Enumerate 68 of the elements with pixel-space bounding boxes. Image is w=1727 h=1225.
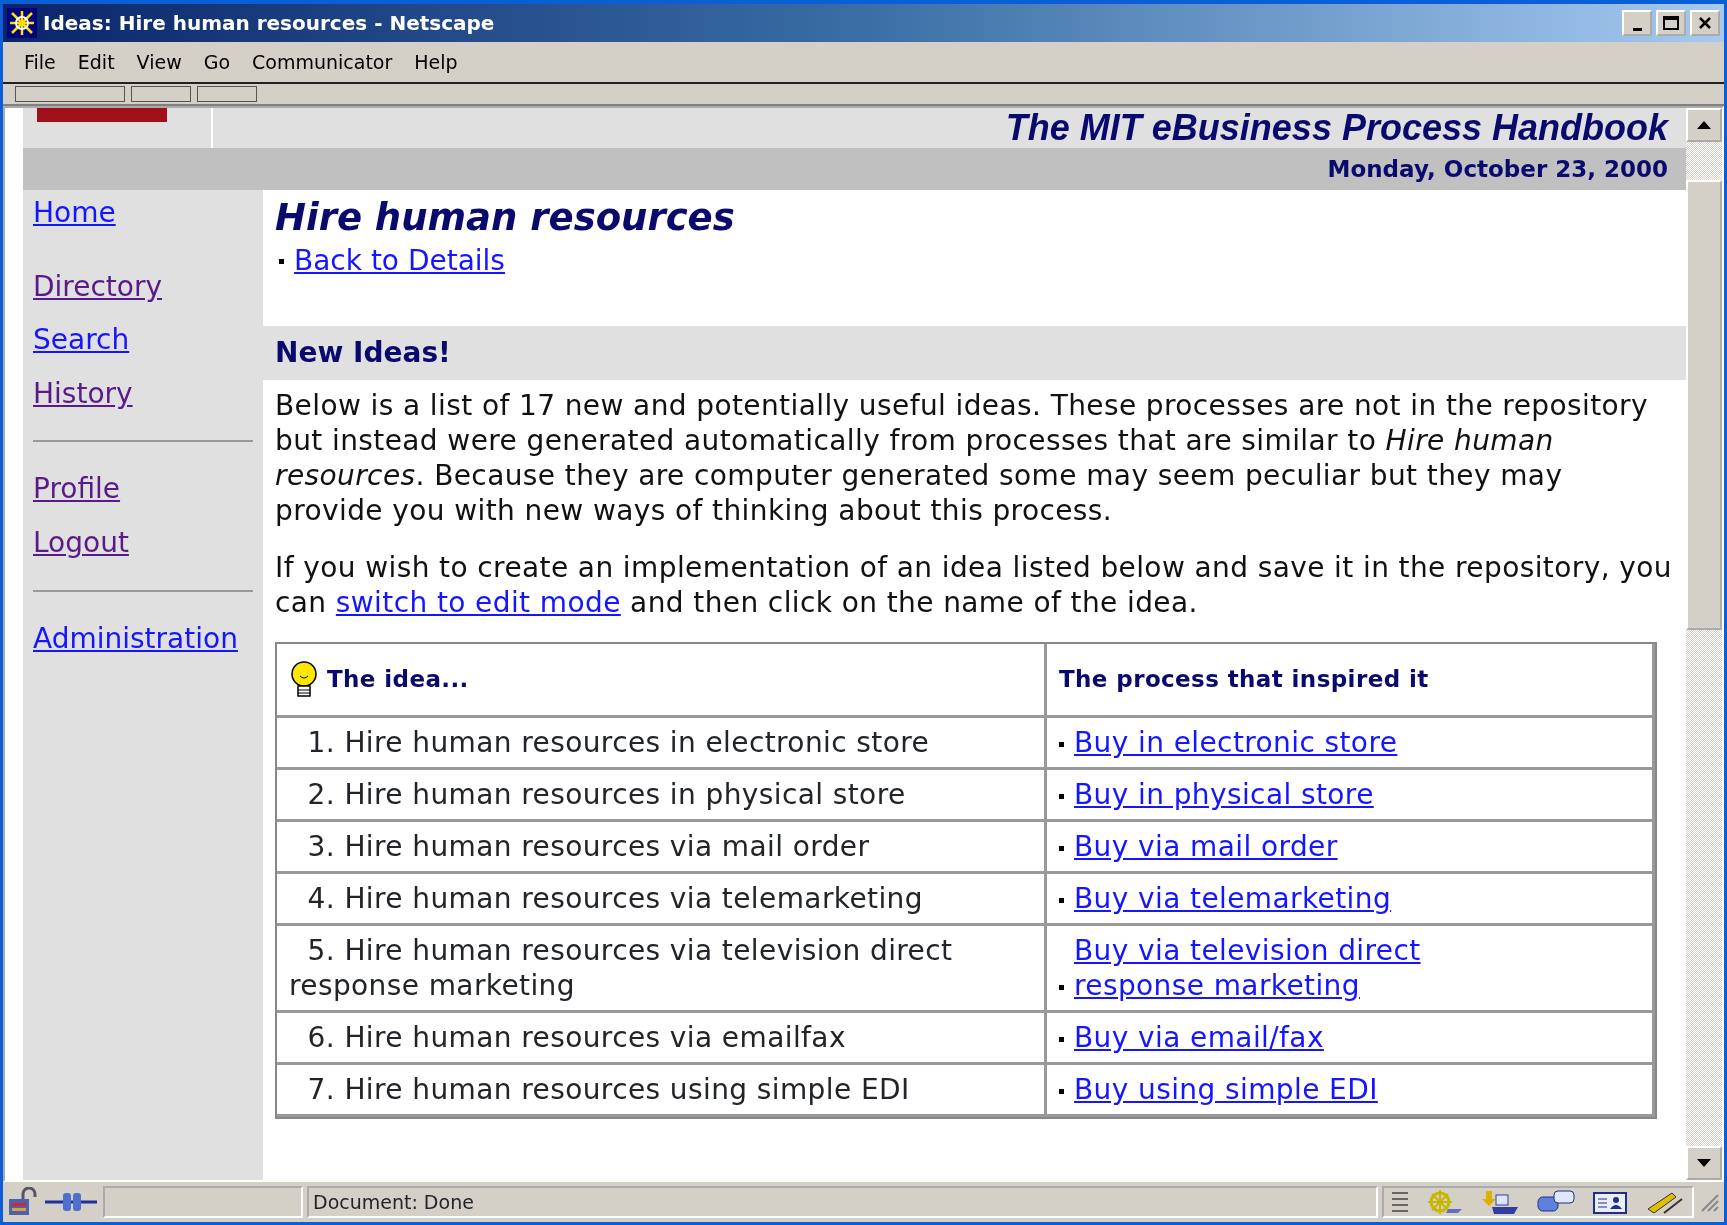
table-cell: 6. Hire human resources via emailfax bbox=[277, 1013, 1047, 1066]
toolbar-grip[interactable] bbox=[197, 86, 257, 102]
bullet-icon bbox=[1059, 793, 1064, 799]
edit-mode-link[interactable]: switch to edit mode bbox=[335, 586, 621, 620]
table-cell: 5. Hire human resources via television direct response marketing bbox=[277, 926, 1047, 1014]
table-cell: 1. Hire human resources in electronic store bbox=[277, 718, 1047, 771]
mail-tray-icon[interactable] bbox=[1480, 1189, 1520, 1215]
lightbulb-icon bbox=[289, 659, 319, 700]
table-cell: 7. Hire human resources using simple EDI bbox=[277, 1065, 1047, 1118]
table-cell: 3. Hire human resources via mail order bbox=[277, 822, 1047, 875]
status-text: Document: Done bbox=[313, 1189, 474, 1215]
banner-title: The MIT eBusiness Process Handbook bbox=[1004, 108, 1670, 148]
minimize-button[interactable] bbox=[1622, 10, 1652, 36]
process-link[interactable]: Buy using simple EDI bbox=[1074, 1073, 1378, 1107]
sidebar-link[interactable]: Search bbox=[33, 323, 130, 357]
column-title: The idea... bbox=[327, 665, 469, 695]
process-link[interactable]: Buy in electronic store bbox=[1074, 726, 1398, 760]
close-icon bbox=[1698, 16, 1712, 30]
instruction-paragraph: If you wish to create an implementation of an idea listed below and save it in the repository, you can switch to edit mode and then click on the name of the idea. bbox=[275, 550, 1672, 621]
sidebar-link[interactable]: Profile bbox=[33, 472, 121, 506]
table-cell: 2. Hire human resources in physical store bbox=[277, 770, 1047, 823]
process-link[interactable]: Buy via television direct response marketing bbox=[1074, 933, 1554, 1004]
bullet-icon bbox=[1059, 845, 1064, 851]
bullet-icon bbox=[1059, 1036, 1064, 1042]
bullet-icon bbox=[1059, 741, 1064, 747]
process-link[interactable]: Buy via email/fax bbox=[1074, 1021, 1324, 1055]
intro-paragraph: Below is a list of 17 new and potentially useful ideas. These processes are not in the repository but instead were generated automatically from processes that are similar to Hire human resources. Because they are computer generated some may seem peculiar but they may provide you with new ways of thinking about this process. bbox=[275, 388, 1649, 529]
date-text: Monday, October 23, 2000 bbox=[1327, 154, 1668, 184]
bullet-icon bbox=[1059, 1088, 1064, 1094]
section-title: New Ideas! bbox=[275, 335, 451, 372]
page-heading: Hire human resources bbox=[275, 196, 736, 241]
bullet-icon bbox=[279, 258, 284, 264]
up-arrow-icon bbox=[1697, 121, 1711, 129]
table-header-cell: The process that inspired it bbox=[1047, 644, 1655, 719]
minimize-icon bbox=[1632, 27, 1642, 31]
maximize-icon bbox=[1663, 16, 1679, 30]
maximize-button[interactable] bbox=[1656, 10, 1686, 36]
menu-item[interactable]: Help bbox=[403, 45, 469, 79]
bullet-icon bbox=[1059, 984, 1064, 990]
sidebar-link[interactable]: History bbox=[33, 376, 133, 411]
scroll-down-button[interactable] bbox=[1686, 1146, 1722, 1180]
close-button[interactable] bbox=[1690, 10, 1720, 36]
down-arrow-icon bbox=[1697, 1159, 1711, 1167]
process-link[interactable]: Buy via telemarketing bbox=[1074, 882, 1392, 916]
table-cell: 4. Hire human resources via telemarketing bbox=[277, 874, 1047, 927]
sidebar-link[interactable]: Directory bbox=[33, 269, 163, 304]
scroll-up-button[interactable] bbox=[1686, 108, 1722, 142]
menu-item[interactable]: File bbox=[13, 45, 67, 79]
scrollbar-thumb[interactable] bbox=[1686, 180, 1722, 630]
menu-item[interactable]: Communicator bbox=[241, 45, 404, 79]
toolbar-grip[interactable] bbox=[131, 86, 191, 102]
menu-item[interactable]: Go bbox=[192, 45, 242, 79]
netscape-logo-icon bbox=[7, 8, 37, 38]
toolbar-grip[interactable] bbox=[15, 86, 125, 102]
lock-icon bbox=[7, 1187, 39, 1217]
list-icon[interactable] bbox=[1392, 1189, 1408, 1215]
back-link[interactable]: Back to Details bbox=[294, 240, 505, 283]
sidebar-link[interactable]: Home bbox=[33, 196, 116, 230]
sidebar-link[interactable]: Logout bbox=[33, 525, 129, 560]
address-card-icon[interactable] bbox=[1592, 1189, 1628, 1215]
process-link[interactable]: Buy in physical store bbox=[1074, 778, 1374, 812]
chat-bubbles-icon[interactable] bbox=[1536, 1189, 1576, 1215]
window-title: Ideas: Hire human resources - Netscape bbox=[43, 10, 495, 37]
menu-item[interactable]: Edit bbox=[66, 45, 126, 79]
sidebar-link[interactable]: Administration bbox=[33, 621, 238, 656]
bullet-icon bbox=[1059, 897, 1064, 903]
process-link[interactable]: Buy via mail order bbox=[1074, 830, 1338, 864]
menu-item[interactable]: View bbox=[125, 45, 193, 79]
